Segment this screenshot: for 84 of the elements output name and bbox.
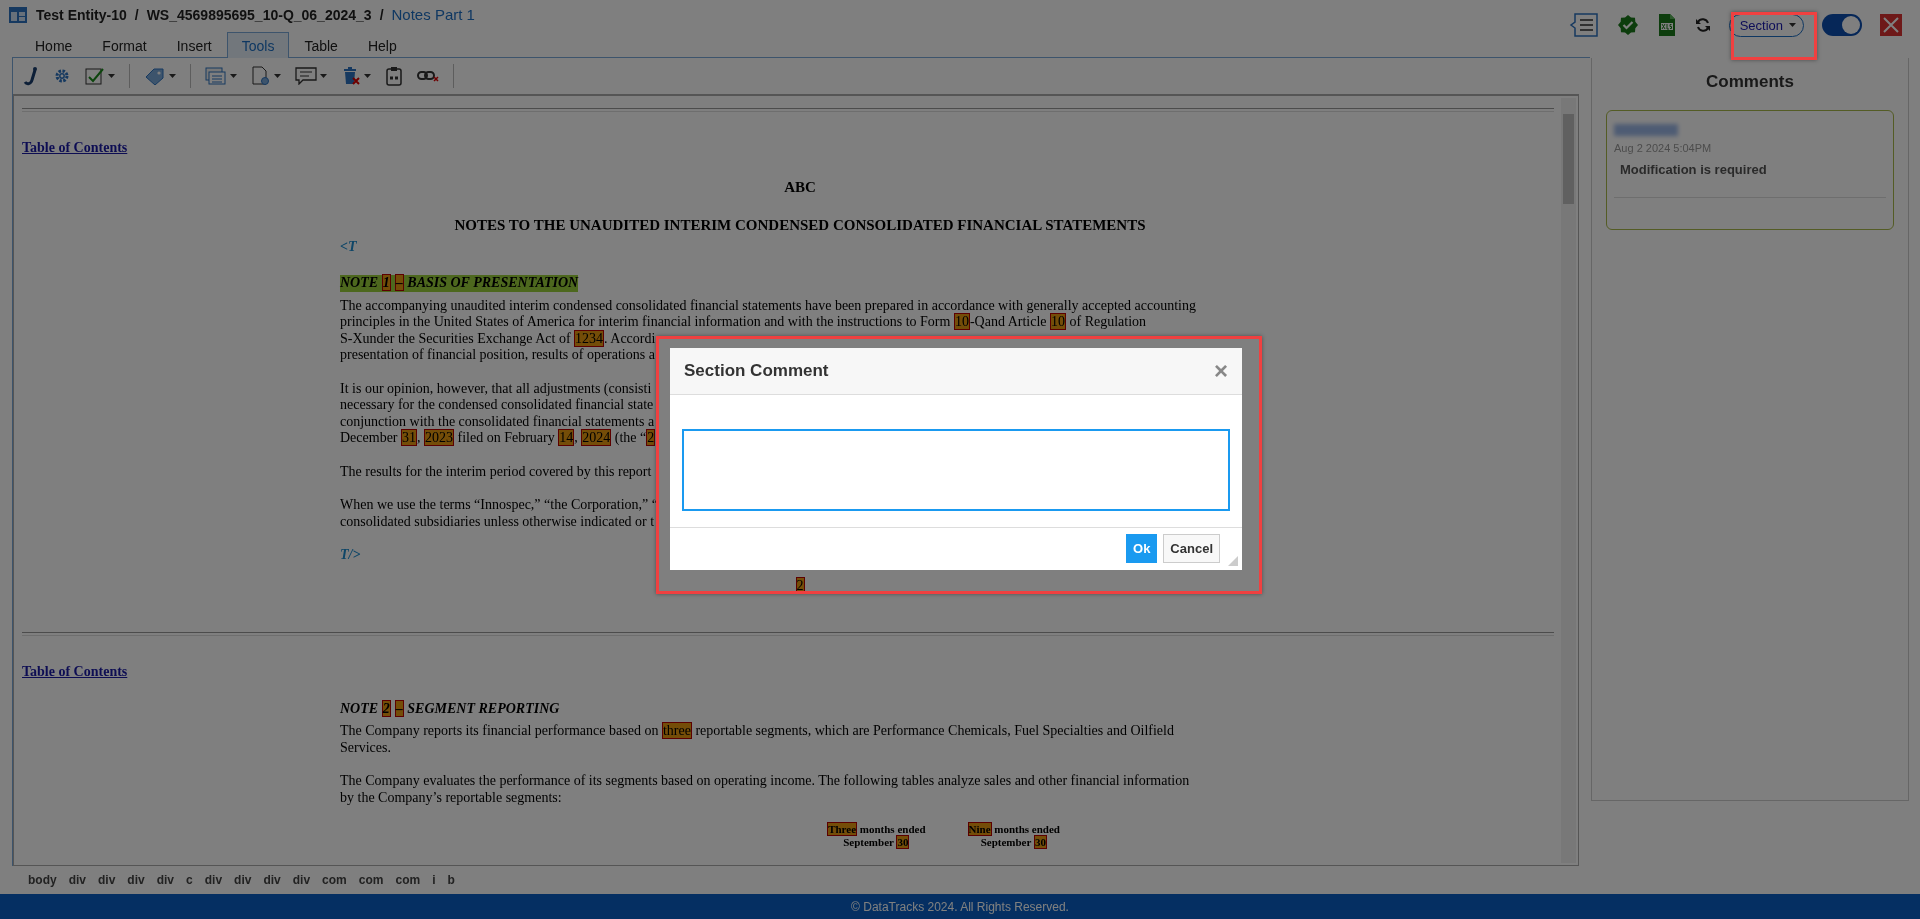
- caret-icon[interactable]: [108, 74, 115, 78]
- path-separator: /: [134, 6, 139, 23]
- dialog-button[interactable]: Cancel: [1163, 534, 1220, 563]
- dialog-title: Section Comment: [684, 361, 829, 381]
- menu-tab[interactable]: Format: [87, 32, 162, 58]
- column-heading: September 30: [843, 836, 910, 849]
- element-path-item[interactable]: com: [395, 873, 421, 887]
- caret-icon[interactable]: [364, 74, 371, 78]
- paragraph-line: It is our opinion, however, that all adjustments (consisti: [340, 380, 652, 397]
- panel-title: Comments: [1705, 72, 1795, 92]
- close-button[interactable]: ×: [1214, 357, 1228, 385]
- menu-tab[interactable]: Home: [20, 32, 88, 58]
- close-icon[interactable]: [1880, 14, 1902, 36]
- tag-marker: T/>: [340, 547, 361, 562]
- element-path-item[interactable]: com: [358, 873, 384, 887]
- paragraph-line: necessary for the condensed consolidated financial state: [340, 397, 654, 414]
- element-path-item[interactable]: div: [98, 873, 116, 887]
- caret-icon[interactable]: [169, 74, 176, 78]
- table-of-contents-link[interactable]: Table of Contents: [22, 140, 128, 157]
- check-badge-icon[interactable]: [1616, 14, 1639, 36]
- element-path-item[interactable]: b: [447, 873, 455, 887]
- caret-icon[interactable]: [274, 74, 281, 78]
- caret-icon[interactable]: [230, 74, 237, 78]
- element-path-item[interactable]: i: [432, 873, 436, 887]
- element-path-item[interactable]: div: [204, 873, 223, 887]
- paragraph-line: S-Xunder the Securities Exchange Act of 1234. Accordi: [340, 330, 656, 347]
- menu-tab[interactable]: Help: [352, 32, 412, 58]
- breadcrumb-item[interactable]: Test Entity-10: [36, 6, 127, 23]
- xls-file-icon[interactable]: [1656, 13, 1677, 37]
- resize-grip-icon[interactable]: [1228, 556, 1238, 566]
- tag-marker: <T: [340, 238, 357, 254]
- paragraph-line: presentation of financial position, results of operations a: [340, 347, 655, 364]
- grid-icon: [8, 5, 28, 24]
- element-path-item[interactable]: body: [28, 873, 57, 887]
- element-path-item[interactable]: com: [322, 873, 347, 887]
- comment-field[interactable]: [682, 429, 1230, 511]
- element-path-item[interactable]: div: [263, 873, 281, 887]
- element-path-item[interactable]: div: [68, 873, 86, 887]
- document-gear-icon[interactable]: [251, 66, 271, 86]
- paragraph-line: December 31, 2023 filed on February 14, 2024 (the “2: [340, 430, 656, 447]
- stacked-lines-icon[interactable]: [205, 67, 227, 85]
- element-path-item[interactable]: c: [186, 873, 193, 887]
- paragraph-line: Services.: [340, 739, 391, 756]
- section-heading: NOTES TO THE UNAUDITED INTERIM CONDENSED CONSOLIDATED FINANCIAL STATEMENTS: [454, 217, 1146, 233]
- menu-tab[interactable]: Insert: [161, 32, 227, 58]
- section-heading: ABC: [784, 178, 816, 195]
- caret-icon: [1789, 23, 1796, 27]
- unlink-icon[interactable]: [417, 69, 439, 83]
- column-heading: September 30: [980, 836, 1047, 849]
- footer-copyright: © DataTracks 2024. All Rights Reserved.: [851, 899, 1069, 914]
- paragraph-line: conjunction with the consolidated financial statements a: [340, 413, 655, 430]
- table-of-contents-link[interactable]: Table of Contents: [22, 664, 128, 681]
- paragraph-line: The accompanying unaudited interim condensed consolidated financial statements have been prepared in accordance with generally accepted accounting: [340, 297, 1196, 314]
- tag-icon[interactable]: [144, 67, 166, 85]
- comment-text: Modification is required: [1620, 162, 1768, 177]
- breadcrumb-item[interactable]: WS_4569895695_10-Q_06_2024_3: [146, 6, 372, 23]
- menu-tab[interactable]: Tools: [226, 32, 290, 58]
- column-heading: Three months ended: [827, 823, 926, 836]
- comment-icon[interactable]: [295, 67, 317, 85]
- trash-icon[interactable]: [341, 66, 361, 86]
- toggle-switch[interactable]: [1822, 14, 1862, 36]
- paragraph-line: The Company reports its financial performance based on three reportable segments, which are Performance Chemicals, Fuel Specialties and Oilfield: [340, 723, 1174, 740]
- scrollbar[interactable]: [1561, 98, 1576, 863]
- element-path-item[interactable]: div: [156, 873, 175, 887]
- paragraph-line: principles in the United States of America for interim financial information and with the instructions to Form 10-Qand Article 10 of Regulation: [340, 314, 1147, 331]
- refresh-icon[interactable]: [1694, 17, 1711, 33]
- checkbox-icon[interactable]: [85, 67, 105, 85]
- element-path-item[interactable]: div: [292, 873, 311, 887]
- paragraph-line: The Company evaluates the performance of its segments based on operating income. The following tables analyze sales and other financial information: [340, 773, 1190, 790]
- path-separator: /: [379, 6, 384, 23]
- element-path-item[interactable]: div: [234, 873, 252, 887]
- page-title: Notes Part 1: [391, 6, 475, 24]
- paragraph-line: The results for the interim period covered by this report: [340, 463, 652, 480]
- element-path-item[interactable]: div: [127, 873, 145, 887]
- comment-list-icon[interactable]: [1568, 12, 1599, 38]
- pen-icon[interactable]: [21, 66, 39, 86]
- paragraph-line: consolidated subsidiaries unless otherwise indicated or t: [340, 513, 655, 530]
- paragraph-line: by the Company’s reportable segments:: [340, 789, 562, 806]
- column-heading: Nine months ended: [967, 823, 1060, 836]
- caret-icon[interactable]: [320, 74, 327, 78]
- dialog-button[interactable]: Ok: [1126, 534, 1158, 563]
- blurred-name: [1614, 124, 1678, 136]
- menu-tab[interactable]: Table: [289, 32, 353, 58]
- gear-icon[interactable]: [53, 67, 71, 85]
